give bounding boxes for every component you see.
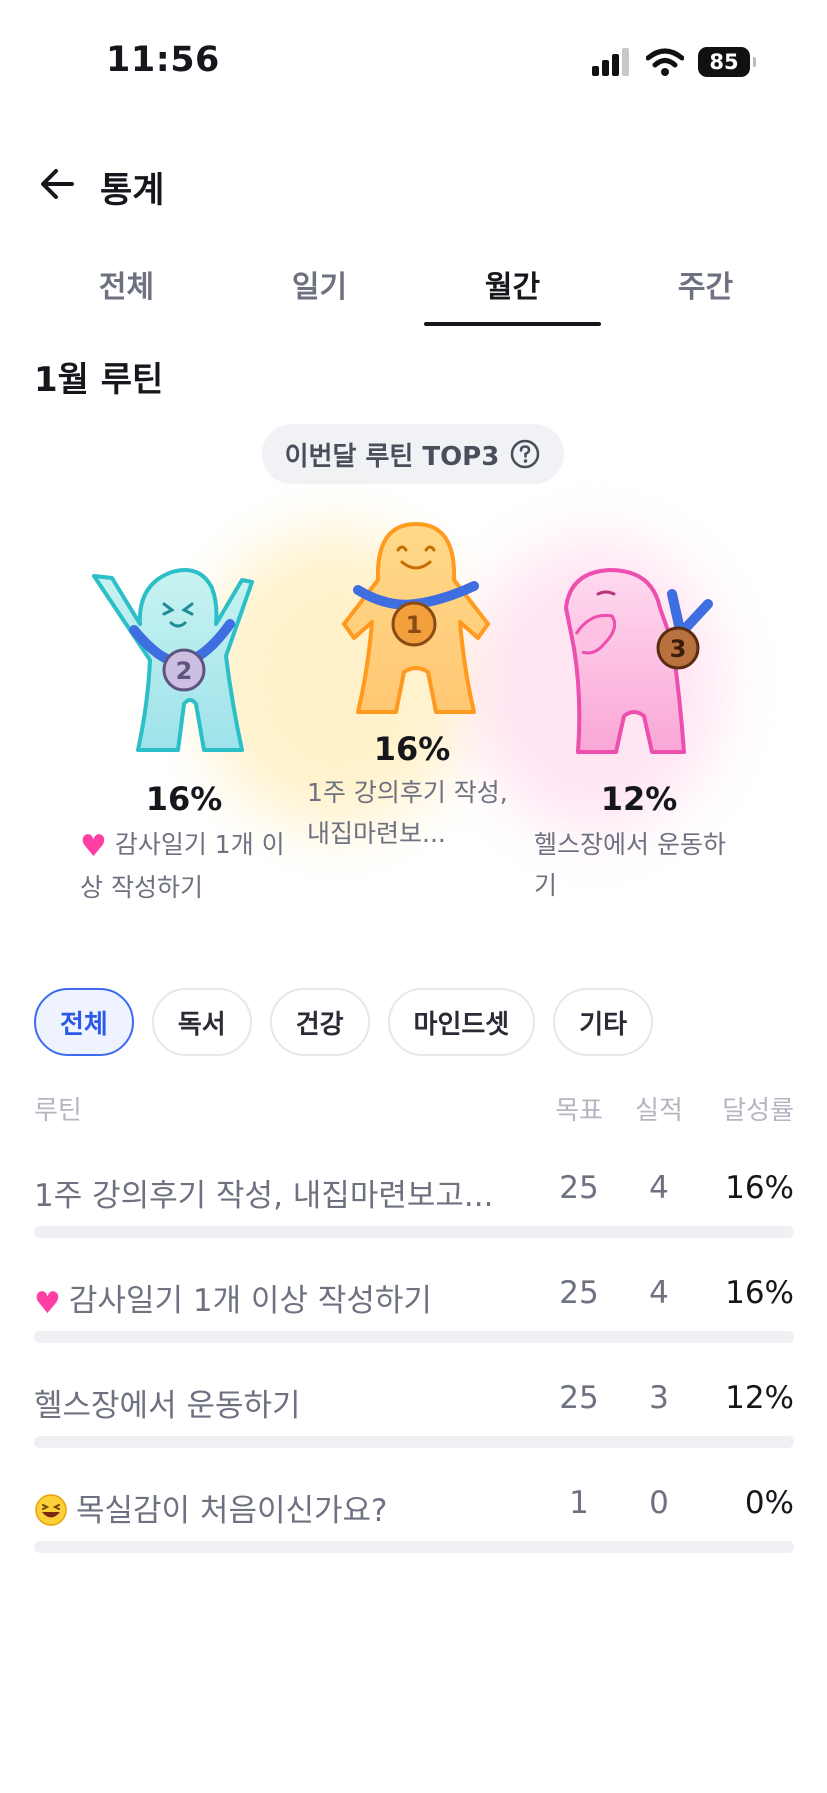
header: 통계 (0, 150, 827, 220)
progress-bar (34, 1226, 794, 1238)
routine-done: 0 (649, 1485, 669, 1521)
table-row[interactable]: ♥ 감사일기 1개 이상 작성하기 25 4 16% (34, 1265, 794, 1370)
chip-mindset[interactable]: 마인드셋 (387, 988, 536, 1056)
rank-1-character-icon: 1 (342, 522, 490, 714)
header-done: 실적 (635, 1096, 683, 1126)
heart-icon: ♥ (80, 829, 107, 864)
routine-table-header: 루틴 목표 실적 달성률 (34, 1090, 794, 1130)
rank-2-percent: 16% (145, 780, 223, 818)
tab-bar: 전체 일기 월간 주간 (30, 250, 802, 326)
help-icon[interactable] (509, 438, 541, 470)
routine-goal: 25 (559, 1170, 599, 1206)
heart-icon: ♥ (34, 1286, 61, 1321)
routine-label: 목실감이 처음이신가요? (76, 1493, 388, 1529)
routine-done: 3 (649, 1380, 669, 1416)
tab-all[interactable]: 전체 (30, 250, 223, 326)
status-icons: 85 (592, 44, 756, 80)
header-rate: 달성률 (722, 1096, 794, 1126)
progress-fill (34, 1226, 156, 1238)
routine-label: 감사일기 1개 이상 작성하기 (68, 1283, 432, 1319)
routine-done: 4 (649, 1275, 669, 1311)
rank-2-routine-label: 감사일기 1개 이상 작성하기 (80, 830, 285, 902)
routine-name: 1주 강의후기 작성, 내집마련보고... (34, 1178, 494, 1214)
status-bar: 11:56 85 (0, 0, 827, 120)
routine-rate: 16% (725, 1275, 794, 1311)
progress-fill (34, 1331, 156, 1343)
back-arrow-icon[interactable] (36, 162, 80, 206)
cellular-signal-icon (592, 48, 629, 76)
tab-monthly[interactable]: 월간 (416, 250, 609, 326)
svg-text:3: 3 (670, 635, 687, 663)
rank-2-routine-name: ♥ 감사일기 1개 이상 작성하기 (80, 824, 290, 908)
tab-diary[interactable]: 일기 (223, 250, 416, 326)
chip-all[interactable]: 전체 (34, 988, 134, 1056)
chip-reading[interactable]: 독서 (151, 988, 252, 1056)
routine-name: 목실감이 처음이신가요? (34, 1485, 504, 1530)
table-row[interactable]: 목실감이 처음이신가요? 1 0 0% (34, 1475, 794, 1580)
wifi-icon (646, 48, 684, 76)
top3-podium: 2 1 3 16% 1주 강의후기 작성, 내집마련보... 16% ♥ 감사일… (0, 500, 827, 930)
top3-label: 이번달 루틴 TOP3 (284, 441, 500, 472)
chip-health[interactable]: 건강 (269, 988, 370, 1056)
routine-goal: 25 (559, 1380, 599, 1416)
table-row[interactable]: 1주 강의후기 작성, 내집마련보고... 25 4 16% (34, 1160, 794, 1265)
progress-fill (34, 1436, 126, 1448)
chip-etc[interactable]: 기타 (553, 988, 654, 1056)
routine-rate: 16% (725, 1170, 794, 1206)
section-title: 1월 루틴 (34, 360, 164, 400)
rank-1-percent: 16% (373, 730, 451, 768)
header-goal: 목표 (555, 1096, 603, 1126)
progress-bar (34, 1331, 794, 1343)
rank-1-routine-name: 1주 강의후기 작성, 내집마련보... (307, 778, 508, 848)
svg-text:1: 1 (406, 611, 423, 639)
routine-name: ♥ 감사일기 1개 이상 작성하기 (34, 1275, 504, 1321)
routine-done: 4 (649, 1170, 669, 1206)
battery-icon: 85 (698, 47, 756, 77)
tab-weekly[interactable]: 주간 (609, 250, 802, 326)
routine-goal: 1 (569, 1485, 589, 1521)
table-row[interactable]: 헬스장에서 운동하기 25 3 12% (34, 1370, 794, 1475)
laughing-face-icon (35, 1494, 67, 1526)
rank-3-character-icon: 3 (564, 568, 713, 754)
routine-name: 헬스장에서 운동하기 (34, 1388, 301, 1424)
category-chips: 전체 독서 건강 마인드셋 기타 (34, 988, 654, 1056)
svg-text:2: 2 (176, 657, 193, 685)
progress-bar (34, 1436, 794, 1448)
routine-rate: 0% (744, 1485, 794, 1521)
status-time: 11:56 (106, 40, 220, 80)
header-routine: 루틴 (34, 1096, 82, 1126)
rank-3-routine-name: 헬스장에서 운동하기 (534, 830, 726, 900)
top3-label-pill[interactable]: 이번달 루틴 TOP3 (262, 424, 564, 484)
routine-goal: 25 (559, 1275, 599, 1311)
rank-3-percent: 12% (600, 780, 678, 818)
progress-bar (34, 1541, 794, 1553)
rank-2-character-icon: 2 (92, 568, 254, 752)
page-title: 통계 (100, 171, 165, 211)
routine-table: 1주 강의후기 작성, 내집마련보고... 25 4 16% ♥ 감사일기 1개 … (34, 1160, 794, 1580)
routine-rate: 12% (725, 1380, 794, 1416)
